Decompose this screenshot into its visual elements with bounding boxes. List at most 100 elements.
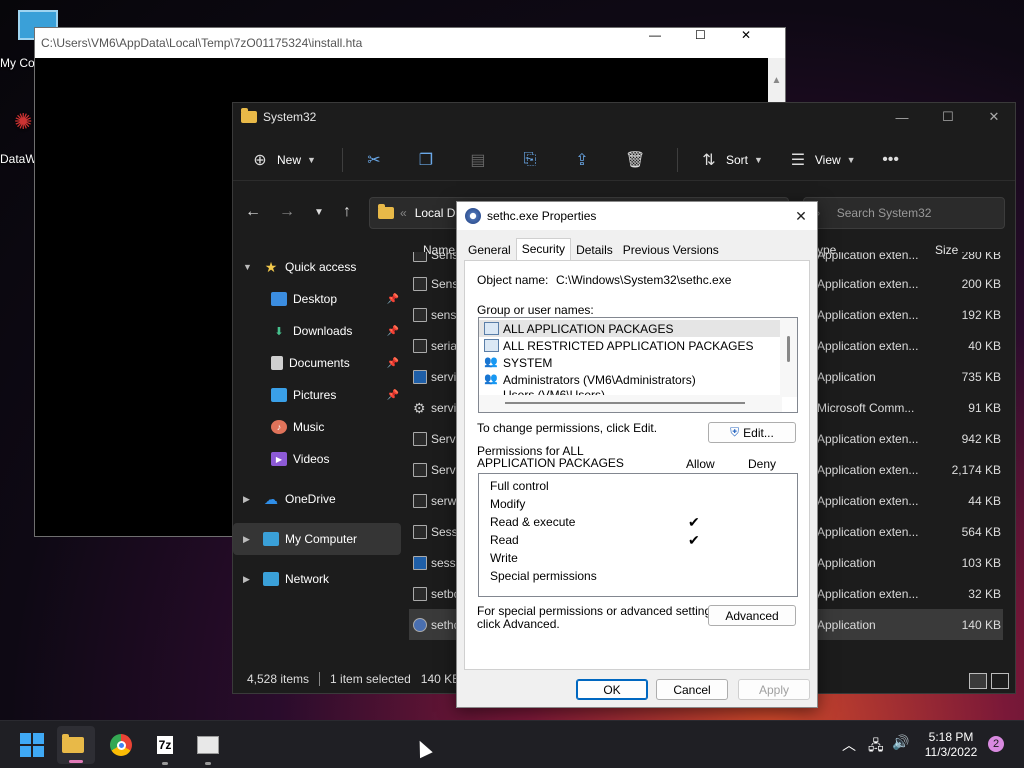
explorer-close-button[interactable]: ✕ xyxy=(971,103,1017,131)
tab-general[interactable]: General xyxy=(463,240,516,260)
tab-details[interactable]: Details xyxy=(571,240,618,260)
explorer-minimize-button[interactable]: — xyxy=(879,103,925,131)
nav-item-videos[interactable]: ▶ Videos xyxy=(233,443,401,475)
chevron-down-icon: ▼ xyxy=(314,207,324,218)
details-view-icon[interactable] xyxy=(969,673,987,689)
chevron-right-icon: ▶ xyxy=(243,533,250,544)
file-size: 735 KB xyxy=(961,369,1001,384)
apply-button[interactable]: Apply xyxy=(738,679,810,700)
file-size: 32 KB xyxy=(968,586,1001,601)
delete-button[interactable]: 🗑 xyxy=(625,144,651,176)
taskbar-7zip[interactable]: 7z xyxy=(151,731,179,765)
share-button[interactable]: ⇪ xyxy=(573,144,599,176)
list-item[interactable]: ALL APPLICATION PACKAGES xyxy=(479,320,797,337)
up-button[interactable]: ↑ xyxy=(335,203,359,221)
nav-item-desktop[interactable]: Desktop 📌 xyxy=(233,283,401,315)
cut-button[interactable]: ✂ xyxy=(365,144,391,176)
pin-icon: 📌 xyxy=(386,325,399,337)
copy-icon: ❐ xyxy=(418,151,434,169)
new-button[interactable]: ⊕ New ▼ xyxy=(251,144,316,176)
file-type: Application exten... xyxy=(817,524,919,539)
chevron-down-icon: ▼ xyxy=(307,154,316,165)
folder-icon xyxy=(378,204,394,219)
close-icon: ✕ xyxy=(988,109,1000,124)
windows-logo-icon xyxy=(20,733,44,757)
sort-button[interactable]: ⇅ Sort ▼ xyxy=(700,144,763,176)
copy-button[interactable]: ❐ xyxy=(417,144,443,176)
deny-header: Deny xyxy=(748,457,777,471)
group-names-label: Group or user names: xyxy=(477,303,594,317)
close-button[interactable]: ✕ xyxy=(741,28,751,42)
notification-badge[interactable]: 2 xyxy=(988,736,1004,752)
application-icon xyxy=(413,555,427,570)
users-icon: 👥 xyxy=(484,373,498,385)
taskbar-chrome[interactable] xyxy=(107,731,135,759)
ok-button[interactable]: OK xyxy=(576,679,648,700)
file-type: Application xyxy=(817,369,876,384)
scroll-up-icon[interactable]: ▲ xyxy=(768,72,785,89)
list-item[interactable]: ALL RESTRICTED APPLICATION PACKAGES xyxy=(479,337,797,354)
chevron-right-icon: ▶ xyxy=(243,493,250,504)
minimize-button[interactable]: — xyxy=(649,28,661,42)
list-item[interactable]: 👥 Administrators (VM6\Administrators) xyxy=(479,371,797,388)
permission-row: Full control xyxy=(479,477,797,495)
more-options-button[interactable]: ••• xyxy=(882,144,908,176)
desktop-icon xyxy=(271,292,287,306)
scroll-thumb[interactable] xyxy=(787,336,790,362)
search-box[interactable]: ⌕ Search System32 xyxy=(803,197,1005,229)
dialog-title-bar[interactable]: sethc.exe Properties xyxy=(457,202,817,230)
chevron-down-icon: ▼ xyxy=(846,154,856,165)
list-item[interactable]: 👥 SYSTEM xyxy=(479,354,797,371)
file-icon xyxy=(413,276,427,291)
nav-item-onedrive[interactable]: ▶ ☁ OneDrive xyxy=(233,483,401,515)
view-button[interactable]: ☰ View ▼ xyxy=(789,144,856,176)
selection-count: 1 item selected xyxy=(330,672,411,686)
nav-item-documents[interactable]: Documents 📌 xyxy=(233,347,401,379)
advanced-hint: For special permissions or advanced sett… xyxy=(477,605,720,631)
edit-button[interactable]: ⛨ Edit... xyxy=(708,422,796,443)
group-name: ALL RESTRICTED APPLICATION PACKAGES xyxy=(503,338,754,353)
advanced-button[interactable]: Advanced xyxy=(708,605,796,626)
selection-size: 140 KB xyxy=(420,672,461,686)
taskbar-hta-app[interactable] xyxy=(194,731,222,765)
tab-security[interactable]: Security xyxy=(515,238,572,260)
rename-button[interactable]: ⎘ xyxy=(521,144,547,176)
paste-button[interactable]: ▤ xyxy=(469,144,495,176)
vertical-scrollbar[interactable] xyxy=(780,318,797,397)
cancel-button[interactable]: Cancel xyxy=(656,679,728,700)
pin-icon: 📌 xyxy=(386,357,399,369)
forward-button[interactable]: → xyxy=(275,203,299,221)
hta-title-bar[interactable]: C:\Users\VM6\AppData\Local\Temp\7zO01175… xyxy=(35,28,785,58)
group-name: SYSTEM xyxy=(503,355,553,370)
nav-item-music[interactable]: ♪ Music xyxy=(233,411,401,443)
properties-dialog[interactable]: sethc.exe Properties ✕ General Security … xyxy=(456,201,818,708)
scroll-thumb[interactable] xyxy=(505,402,745,404)
maximize-icon: ☐ xyxy=(695,28,706,42)
edit-button-label: Edit... xyxy=(743,425,774,440)
file-size: 200 KB xyxy=(961,276,1001,291)
file-size: 40 KB xyxy=(968,338,1001,353)
nav-item-quick-access[interactable]: ▼ ★ Quick access xyxy=(233,251,401,283)
maximize-button[interactable]: ☐ xyxy=(695,28,706,42)
clock[interactable]: 5:18 PM 11/3/2022 xyxy=(924,730,978,760)
explorer-maximize-button[interactable]: ☐ xyxy=(925,103,971,131)
network-status-icon[interactable]: 🖧 xyxy=(868,735,884,759)
group-names-list[interactable]: ALL APPLICATION PACKAGES ALL RESTRICTED … xyxy=(478,317,798,413)
nav-item-downloads[interactable]: ⬇ Downloads 📌 xyxy=(233,315,401,347)
tiles-view-icon[interactable] xyxy=(991,673,1009,689)
horizontal-scrollbar[interactable] xyxy=(479,395,782,412)
dialog-close-button[interactable]: ✕ xyxy=(789,204,813,228)
nav-item-my-computer[interactable]: ▶ My Computer xyxy=(233,523,401,555)
nav-item-network[interactable]: ▶ Network xyxy=(233,563,401,595)
tab-previous-versions[interactable]: Previous Versions xyxy=(618,240,724,260)
object-name-label: Object name: xyxy=(477,273,549,287)
nav-item-pictures[interactable]: Pictures 📌 xyxy=(233,379,401,411)
advanced-hint-line: click Advanced. xyxy=(477,617,560,631)
file-size: 942 KB xyxy=(961,431,1001,446)
back-button[interactable]: ← xyxy=(241,203,265,221)
recent-locations-button[interactable]: ▼ xyxy=(307,207,331,218)
start-button[interactable] xyxy=(18,731,46,759)
show-hidden-icons-button[interactable]: ︿ xyxy=(842,735,856,755)
taskbar-file-explorer[interactable] xyxy=(57,726,95,764)
volume-icon[interactable]: 🔊 xyxy=(892,734,909,751)
